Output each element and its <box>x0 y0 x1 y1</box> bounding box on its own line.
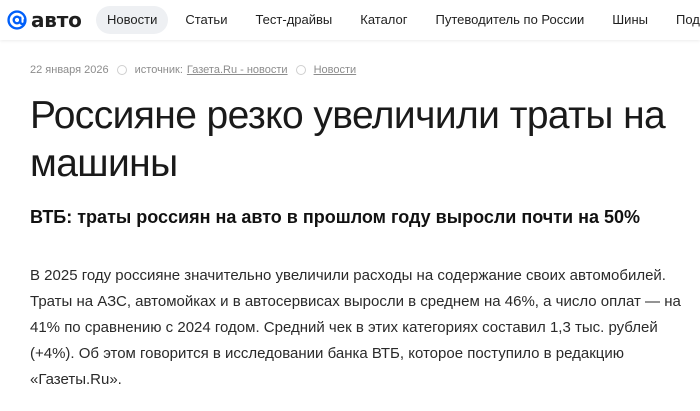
logo-text: авто <box>31 8 82 32</box>
source-label: источник: <box>134 64 183 76</box>
top-navigation-bar: авто Новости Статьи Тест-драйвы Каталог … <box>0 0 700 40</box>
nav-item-truncated[interactable]: Подер <box>665 6 700 34</box>
article-meta: 22 января 2026 источник: Газета.Ru - нов… <box>30 64 356 76</box>
nav-item-test-drives[interactable]: Тест-драйвы <box>244 6 343 34</box>
article-title: Россияне резко увеличили траты на машины <box>30 94 666 185</box>
category-link[interactable]: Новости <box>314 64 357 76</box>
at-sign-icon <box>7 10 27 30</box>
source-link[interactable]: Газета.Ru - новости <box>187 64 288 76</box>
nav-item-news[interactable]: Новости <box>96 6 169 34</box>
main-nav: Новости Статьи Тест-драйвы Каталог Путев… <box>96 6 700 34</box>
nav-item-tires[interactable]: Шины <box>601 6 659 34</box>
article-body: В 2025 году россияне значительно увеличи… <box>30 267 681 388</box>
separator-dot <box>116 65 127 75</box>
nav-item-catalog[interactable]: Каталог <box>349 6 418 34</box>
separator-dot <box>295 65 306 75</box>
nav-item-articles[interactable]: Статьи <box>174 6 238 34</box>
publish-date: 22 января 2026 <box>30 64 109 76</box>
nav-item-russia-guide[interactable]: Путеводитель по России <box>425 6 596 34</box>
article-subtitle: ВТБ: траты россиян на авто в прошлом год… <box>30 207 641 227</box>
site-logo[interactable]: авто <box>6 8 82 32</box>
